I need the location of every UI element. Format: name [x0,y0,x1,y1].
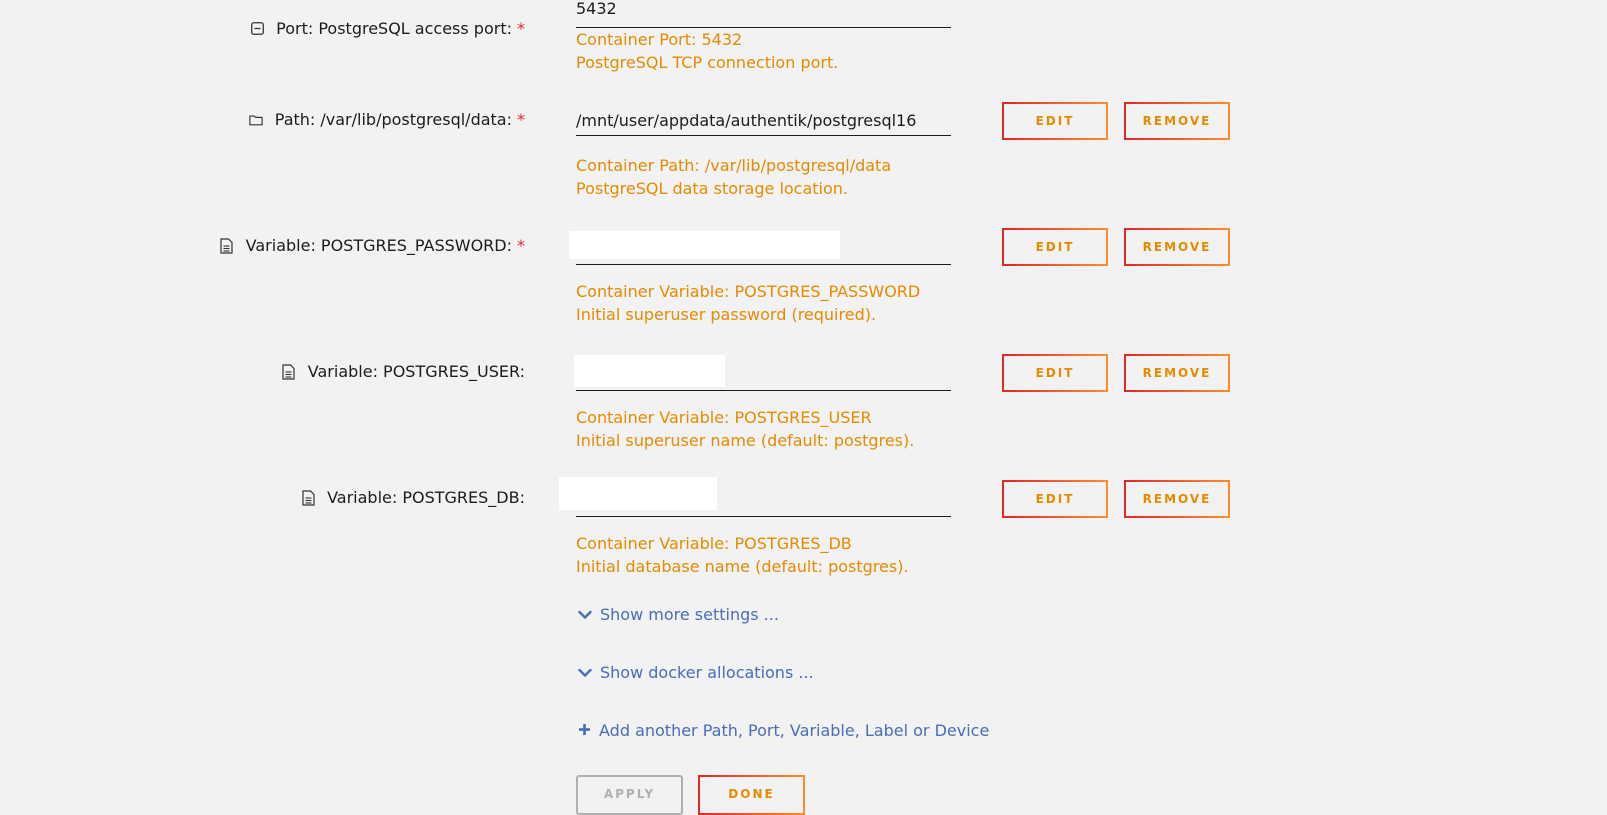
file-icon [220,237,234,254]
show-docker-allocations-label: Show docker allocations ... [600,663,814,682]
required-mark: * [517,236,525,255]
port-label: Port: PostgreSQL access port: * [250,19,525,38]
show-more-settings-link[interactable]: Show more settings ... [578,605,779,624]
db-desc-line1: Container Variable: POSTGRES_DB [576,534,852,553]
done-button[interactable]: DONE [698,775,805,815]
redaction-mask [574,355,725,387]
chevron-down-icon [578,663,592,682]
path-desc-line2: PostgreSQL data storage location. [576,179,849,198]
port-desc-line1: Container Port: 5432 [576,30,743,49]
add-another-label: Add another Path, Port, Variable, Label … [599,721,990,740]
file-icon [282,363,296,380]
redaction-mask [569,231,840,259]
minus-square-icon[interactable] [250,21,264,37]
path-label: Path: /var/lib/postgresql/data: * [249,110,525,129]
db-remove-button[interactable]: REMOVE [1124,480,1230,518]
folder-icon [249,112,263,128]
db-edit-button[interactable]: EDIT [1002,480,1108,518]
path-edit-button[interactable]: EDIT [1002,102,1108,140]
path-value-field[interactable]: /mnt/user/appdata/authentik/postgresql16 [576,108,951,136]
path-description: Container Path: /var/lib/postgresql/data… [576,154,891,200]
user-desc-line1: Container Variable: POSTGRES_USER [576,408,872,427]
add-another-link[interactable]: Add another Path, Port, Variable, Label … [578,721,989,740]
user-remove-button[interactable]: REMOVE [1124,354,1230,392]
show-more-settings-label: Show more settings ... [600,605,779,624]
password-edit-button[interactable]: EDIT [1002,228,1108,266]
port-value-field[interactable]: 5432 [576,0,951,28]
chevron-down-icon [578,605,592,624]
show-docker-allocations-link[interactable]: Show docker allocations ... [578,663,814,682]
path-remove-button[interactable]: REMOVE [1124,102,1230,140]
port-desc-line2: PostgreSQL TCP connection port. [576,53,839,72]
password-remove-button[interactable]: REMOVE [1124,228,1230,266]
db-description: Container Variable: POSTGRES_DB Initial … [576,532,909,578]
redaction-mask [559,477,717,510]
required-mark: * [517,110,525,129]
user-label-text: Variable: POSTGRES_USER: [307,362,525,381]
password-label: Variable: POSTGRES_PASSWORD: * [220,236,525,255]
password-desc-line1: Container Variable: POSTGRES_PASSWORD [576,282,921,301]
user-description: Container Variable: POSTGRES_USER Initia… [576,406,914,452]
path-value: /mnt/user/appdata/authentik/postgresql16 [576,111,917,130]
db-label: Variable: POSTGRES_DB: [301,488,525,507]
db-desc-line2: Initial database name (default: postgres… [576,557,909,576]
user-edit-button[interactable]: EDIT [1002,354,1108,392]
apply-button[interactable]: APPLY [576,775,683,815]
db-label-text: Variable: POSTGRES_DB: [327,488,525,507]
user-desc-line2: Initial superuser name (default: postgre… [576,431,915,450]
password-label-text: Variable: POSTGRES_PASSWORD: [245,236,512,255]
plus-icon [578,721,591,740]
password-desc-line2: Initial superuser password (required). [576,305,877,324]
port-label-text: Port: PostgreSQL access port: [276,19,512,38]
file-icon [301,489,315,506]
port-description: Container Port: 5432 PostgreSQL TCP conn… [576,28,838,74]
user-label: Variable: POSTGRES_USER: [282,362,525,381]
password-description: Container Variable: POSTGRES_PASSWORD In… [576,280,920,326]
path-label-text: Path: /var/lib/postgresql/data: [274,110,512,129]
path-desc-line1: Container Path: /var/lib/postgresql/data [576,156,892,175]
port-value: 5432 [576,0,617,18]
required-mark: * [517,19,525,38]
